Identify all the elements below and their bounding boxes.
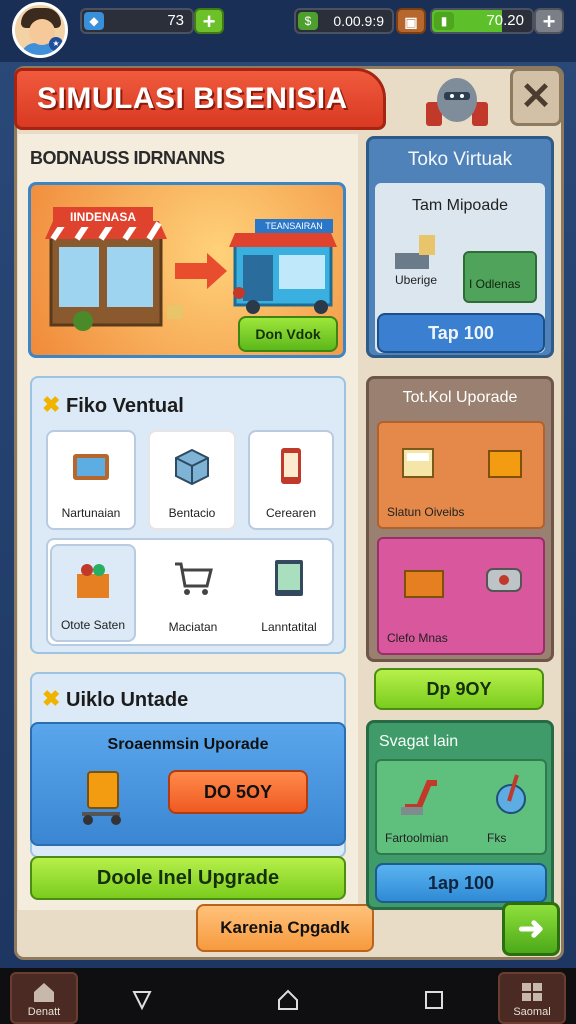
shop-icon[interactable]: ▣ bbox=[396, 8, 426, 34]
card-title: Svagat lain bbox=[379, 733, 459, 750]
shopping-cart-icon bbox=[175, 562, 213, 595]
gift-box-icon bbox=[77, 564, 109, 598]
bottom-action-button[interactable]: Karenia Cpgadk bbox=[196, 904, 374, 952]
back-icon[interactable] bbox=[130, 988, 154, 1012]
catalog-screen-icon bbox=[275, 560, 303, 596]
energy-bar: ▮ 70.20 bbox=[430, 8, 534, 34]
level-badge: ★ bbox=[49, 37, 63, 51]
item-card[interactable]: Maciatan bbox=[150, 544, 236, 642]
card1-price-button[interactable]: Tap 100 bbox=[377, 313, 545, 353]
home-icon[interactable] bbox=[276, 988, 300, 1012]
card-subtitle: Tam Mipoade bbox=[411, 197, 509, 214]
home-tab[interactable]: Denatt bbox=[10, 972, 78, 1024]
smartphone-icon bbox=[281, 448, 301, 484]
x-tools-icon: ✖ bbox=[42, 686, 61, 711]
misc-tile[interactable]: Fartoolmian Fks bbox=[375, 759, 547, 855]
tool-upgrade-card: Tot.Kol Uporade Slatun Oiveibs Clefo Mna… bbox=[366, 376, 554, 662]
player-avatar[interactable]: ★ bbox=[12, 2, 68, 58]
upgrade-box-title: Sroaenmsin Uporade bbox=[107, 736, 269, 753]
hero-action-button[interactable]: Don Vdok bbox=[238, 316, 338, 352]
add-gems-button[interactable]: + bbox=[194, 8, 224, 34]
virtual-section-title: ✖ Fiko Ventual bbox=[42, 392, 184, 417]
upgrade-section-title: ✖ Uiklo Untade bbox=[42, 686, 189, 711]
spray-bottle-icon bbox=[401, 780, 437, 815]
card3-price-button[interactable]: 1ap 100 bbox=[375, 863, 547, 903]
virtual-store-card: Toko Virtuak Tam Mipoade Uberige I Odlen… bbox=[366, 136, 554, 358]
tablet-icon bbox=[73, 454, 109, 480]
page-title: SIMULASI BISENISIA bbox=[14, 68, 386, 130]
upgrade-tile[interactable]: Slatun Oiveibs bbox=[377, 421, 545, 529]
house-icon bbox=[34, 983, 54, 1002]
next-arrow-button[interactable]: ➜ bbox=[502, 902, 560, 956]
gems-counter: ◆ 73 bbox=[80, 8, 194, 34]
machine-icon bbox=[486, 568, 522, 592]
item-card[interactable]: Cerearen bbox=[248, 430, 334, 530]
globe-tool-icon bbox=[496, 774, 526, 814]
add-energy-button[interactable]: + bbox=[534, 8, 564, 34]
item-card[interactable]: Bentacio bbox=[148, 430, 236, 530]
card-title: Toko Virtuak bbox=[407, 149, 513, 170]
upgrade-price-button[interactable]: DO 5OY bbox=[168, 770, 308, 814]
card-title: Tot.Kol Uporade bbox=[402, 389, 518, 406]
cash-stack-icon: $ bbox=[298, 12, 318, 30]
cash-counter: $ 0.00.9:9 bbox=[294, 8, 394, 34]
misc-card: Svagat lain Fartoolmian Fks 1ap 100 bbox=[366, 720, 554, 910]
menu-tab[interactable]: Saomal bbox=[498, 972, 566, 1024]
cash-register-icon bbox=[402, 448, 434, 478]
crate-icon bbox=[404, 570, 444, 598]
battery-icon: ▮ bbox=[434, 12, 454, 30]
item-card[interactable]: Nartunaian bbox=[46, 430, 136, 530]
gem-icon: ◆ bbox=[84, 12, 104, 30]
upgrade-tile[interactable]: Clefo Mnas bbox=[377, 537, 545, 655]
old-shop-sign: IINDENASA bbox=[53, 207, 153, 227]
x-tools-icon: ✖ bbox=[42, 392, 61, 417]
new-shop-sign: TEANSAIRAN bbox=[255, 219, 333, 233]
green-price-button[interactable]: Dp 9OY bbox=[374, 668, 544, 710]
item-card[interactable]: Otote Saten bbox=[50, 544, 136, 642]
close-button[interactable]: ✕ bbox=[510, 68, 562, 126]
item-card[interactable]: Lanntatital bbox=[246, 544, 332, 642]
double-upgrade-button[interactable]: Doole Inel Upgrade bbox=[30, 856, 346, 900]
box-icon bbox=[488, 450, 522, 478]
grid-icon bbox=[522, 983, 542, 1001]
mascot-icon bbox=[426, 78, 488, 126]
tools-icon bbox=[395, 235, 435, 269]
cube-icon bbox=[175, 448, 209, 486]
recents-icon[interactable] bbox=[422, 988, 446, 1012]
hand-truck-icon bbox=[82, 771, 121, 825]
section-subheading: BODNAUSS IDRNANNS bbox=[30, 148, 225, 168]
